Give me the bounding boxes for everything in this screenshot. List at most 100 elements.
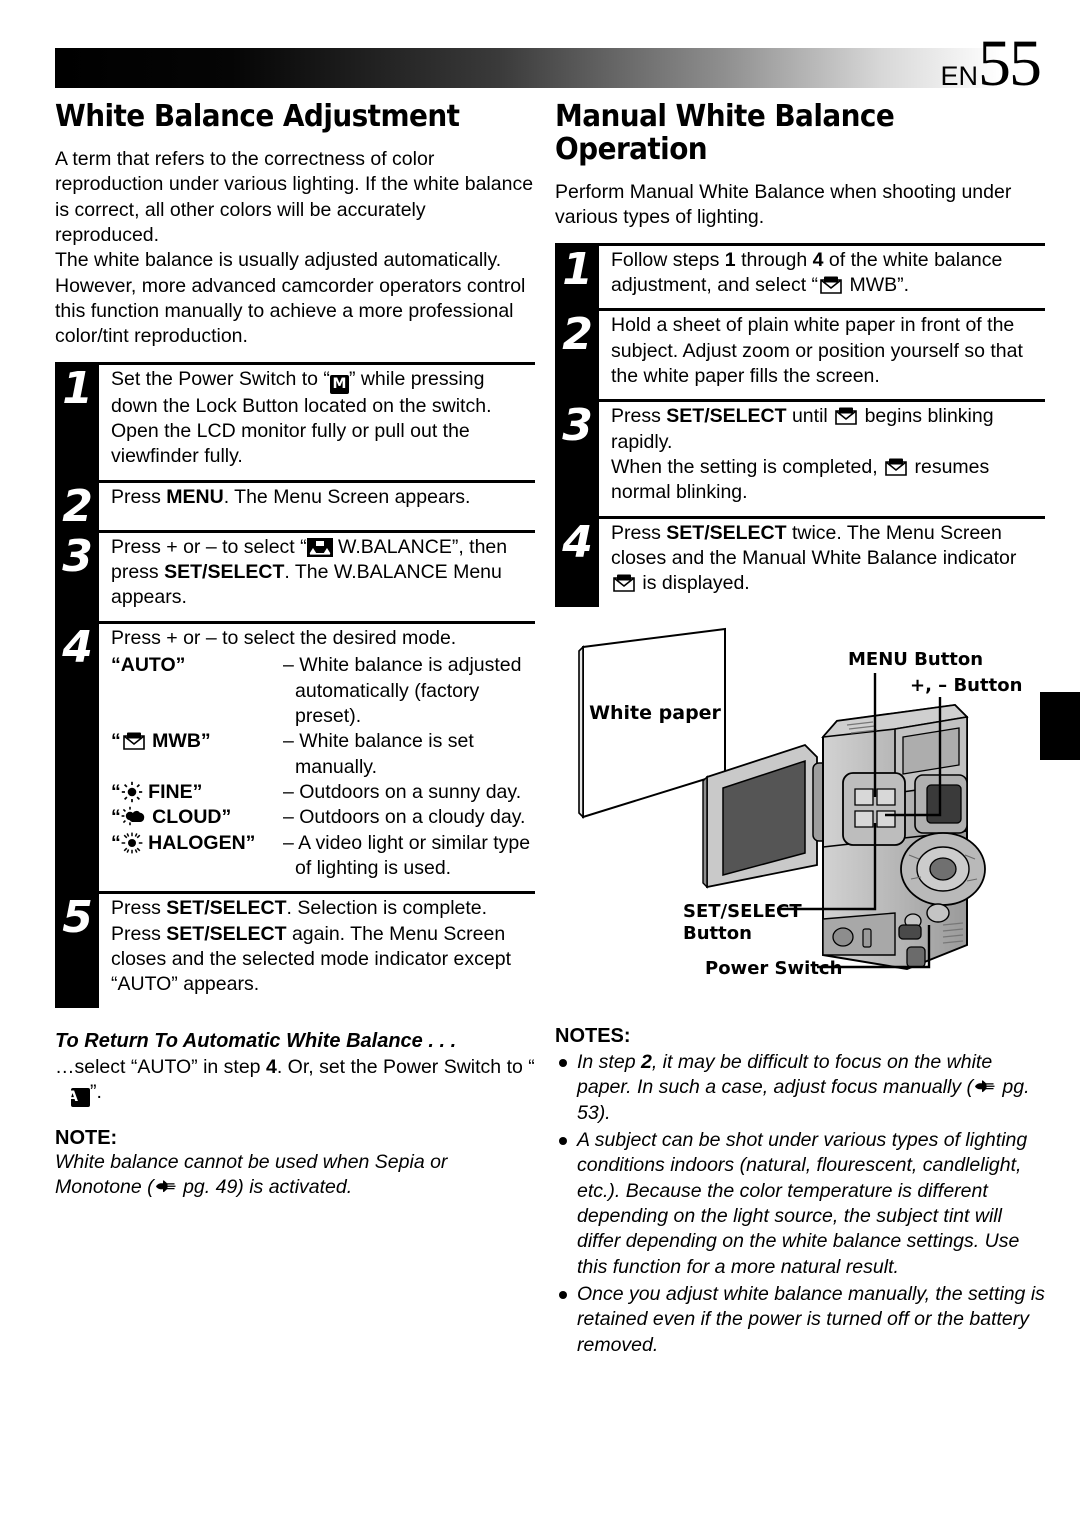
plus-minus-button-label: +, – Button xyxy=(910,675,1022,696)
power-switch-label: Power Switch xyxy=(705,958,842,979)
mode-row-auto: “AUTO” – White balance is adjusted autom… xyxy=(111,653,535,729)
mode-desc-auto: – White balance is adjusted automaticall… xyxy=(283,654,522,727)
step-4-lead: Press + or – to select the desired mode. xyxy=(111,626,457,649)
mwb-step-2: 2 Hold a sheet of plain white paper in f… xyxy=(555,308,1045,400)
set-select-button-label-line2: Button xyxy=(683,923,752,944)
return-text-b: . Or, set the Power Switch to “ xyxy=(276,1055,535,1078)
mwb-step-3-text-d: When the setting is completed, xyxy=(611,456,884,479)
set-select-button-ref-1: SET/SELECT xyxy=(164,561,285,584)
zoom-dial[interactable] xyxy=(900,831,986,906)
mode-name-halogen-text: HALOGEN” xyxy=(148,831,256,854)
page-header: EN 55 xyxy=(55,30,1042,97)
mwb-step-2-body: Hold a sheet of plain white paper in fro… xyxy=(611,314,1023,388)
step-5-number: 5 xyxy=(55,894,99,1008)
notes-list: In step 2, it may be difficult to focus … xyxy=(555,1050,1045,1358)
mode-name-mwb-text: MWB” xyxy=(152,730,211,753)
page-number: 55 xyxy=(978,27,1042,100)
language-code: EN xyxy=(940,61,978,91)
intro-paragraph-1: A term that refers to the correctness of… xyxy=(55,148,534,247)
step-1: 1 Set the Power Switch to “M” while pres… xyxy=(55,361,535,480)
return-text-a: …select “AUTO” in step xyxy=(55,1055,266,1078)
set-select-button-ref-3: SET/SELECT xyxy=(166,922,287,945)
mode-desc-halogen: – A video light or similar type of light… xyxy=(283,831,531,879)
note-item-1: In step 2, it may be difficult to focus … xyxy=(555,1050,1045,1126)
mode-row-cloud: “ CLOUD” – Outdoors on a cloudy day. xyxy=(111,805,535,830)
step-4-number: 4 xyxy=(55,623,99,892)
return-to-auto-heading: To Return To Automatic White Balance . .… xyxy=(55,1029,457,1052)
mwb-step-3-text-a: Press xyxy=(611,405,667,428)
left-column: White Balance Adjustment A term that ref… xyxy=(55,100,535,1201)
mwb-step-ref-4: 4 xyxy=(812,248,824,271)
step-3: 3 Press + or – to select “ W.BALANCE”, t… xyxy=(55,529,535,621)
page-title-left: White Balance Adjustment xyxy=(55,99,460,134)
return-to-auto-body: …select “AUTO” in step 4. Or, set the Po… xyxy=(55,1055,535,1107)
w-balance-menu-icon xyxy=(306,537,333,557)
mwb-step-4-number: 4 xyxy=(555,518,599,607)
mwb-step-4-text-c: is displayed. xyxy=(637,572,750,595)
camcorder-illustration-svg: White paper MENU Button +, – Button SET/… xyxy=(578,627,1022,979)
note-text: White balance cannot be used when Sepia … xyxy=(55,1150,535,1201)
intro-paragraph-2: The white balance is usually adjusted au… xyxy=(55,249,526,348)
mwb-icon xyxy=(611,574,637,593)
mwb-icon xyxy=(833,407,859,426)
step-1-body: Set the Power Switch to “M” while pressi… xyxy=(99,365,535,480)
section-edge-tab xyxy=(1040,692,1080,760)
mwb-step-1-text-a: Follow steps xyxy=(611,248,725,271)
step-5-text-a: Press xyxy=(111,897,167,920)
sun-icon xyxy=(121,781,143,803)
set-select-button-ref-2: SET/SELECT xyxy=(166,897,287,920)
set-select-button-ref-4: SET/SELECT xyxy=(666,405,787,428)
mode-desc-mwb: – White balance is set manually. xyxy=(283,730,474,778)
note-text-b: pg. 49) is activated. xyxy=(177,1176,353,1199)
right-column: Manual White Balance Operation Perform M… xyxy=(555,100,1045,1360)
mwb-step-1-text-b: through xyxy=(735,248,813,271)
page-number-block: EN 55 xyxy=(940,27,1042,100)
return-step-ref: 4 xyxy=(265,1055,277,1078)
mode-row-mwb: “ MWB” – White balance is set manually. xyxy=(111,729,535,780)
note-item-3: Once you adjust white balance manually, … xyxy=(555,1282,1045,1358)
step-4-body: Press + or – to select the desired mode.… xyxy=(99,624,535,891)
mode-name-cloud: “ CLOUD” xyxy=(111,806,232,829)
step-1-number: 1 xyxy=(55,364,99,480)
mwb-step-1-text-d: MWB”. xyxy=(844,274,910,297)
mode-name-fine-text: FINE” xyxy=(148,780,203,803)
step-3-body: Press + or – to select “ W.BALANCE”, the… xyxy=(99,533,535,621)
mwb-step-ref-1: 1 xyxy=(724,248,736,271)
mwb-step-4: 4 Press SET/SELECT twice. The Menu Scree… xyxy=(555,515,1045,607)
step-5: 5 Press SET/SELECT. Selection is complet… xyxy=(55,891,535,1008)
note-label: NOTE: xyxy=(55,1126,118,1149)
return-text-c: ”. xyxy=(90,1080,102,1103)
power-switch-manual-badge-icon: M xyxy=(329,374,349,394)
mode-name-auto: “AUTO” xyxy=(111,654,186,677)
mwb-step-3-number: 3 xyxy=(555,402,599,516)
mode-name-cloud-text: CLOUD” xyxy=(152,806,232,829)
step-4: 4 Press + or – to select the desired mod… xyxy=(55,620,535,892)
mode-row-fine: “ FINE” – Outdoors on a sunny day. xyxy=(111,780,535,805)
mwb-icon xyxy=(883,458,909,477)
step-3-number: 3 xyxy=(55,532,99,621)
menu-button-label: MENU Button xyxy=(848,649,983,670)
note-1-text-a: In step xyxy=(577,1050,641,1073)
step-2-body: Press MENU. The Menu Screen appears. xyxy=(111,485,471,508)
set-select-button-label-line1: SET/SELECT xyxy=(683,901,802,922)
mode-name-halogen: “ HALOGEN” xyxy=(111,831,256,854)
step-3-text-a: Press + or – to select “ xyxy=(111,535,307,558)
menu-button-ref: MENU xyxy=(166,485,224,508)
mwb-step-3-text-b: until xyxy=(786,405,834,428)
mode-row-halogen: “ HALOGEN” – A video light or similar ty… xyxy=(111,831,535,882)
bottom-panel xyxy=(822,912,896,956)
step-2: 2 Press MENU. The Menu Screen appears. xyxy=(55,479,535,530)
mode-name-mwb: “ MWB” xyxy=(111,730,211,753)
pointing-hand-icon xyxy=(154,1175,178,1193)
mwb-step-2-number: 2 xyxy=(555,311,599,400)
pointing-hand-icon xyxy=(973,1075,997,1093)
page-title-right: Manual White Balance Operation xyxy=(555,99,895,167)
mwb-icon xyxy=(818,276,844,295)
note-item-2: A subject can be shot under various type… xyxy=(555,1128,1045,1280)
step-1-text-a: Set the Power Switch to “ xyxy=(111,367,330,390)
manual-white-balance-steps: 1 Follow steps 1 through 4 of the white … xyxy=(555,242,1045,607)
mwb-step-4-body: Press SET/SELECT twice. The Menu Screen … xyxy=(599,519,1045,607)
note-1-step-ref: 2 xyxy=(640,1050,652,1073)
mode-name-fine: “ FINE” xyxy=(111,780,203,803)
mwb-step-3-body: Press SET/SELECT until begins blinking r… xyxy=(599,402,1045,515)
